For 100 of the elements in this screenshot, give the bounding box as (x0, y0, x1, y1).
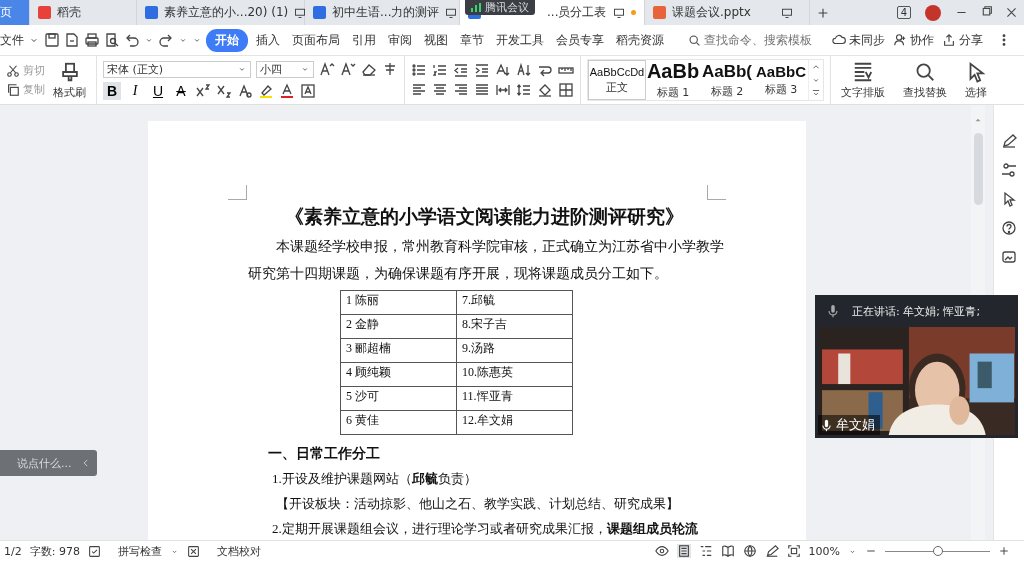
export-icon[interactable] (64, 32, 80, 48)
search-icon (688, 33, 701, 47)
eye-icon[interactable] (654, 544, 669, 558)
format-button[interactable]: A (172, 81, 190, 100)
page-indicator[interactable]: 1/2 (4, 544, 22, 558)
file-menu[interactable]: 文件 (0, 31, 24, 49)
chevron-left-icon[interactable] (81, 458, 91, 468)
sliders-icon[interactable] (1001, 162, 1017, 178)
pen-icon[interactable] (1001, 133, 1017, 149)
menu-tab[interactable]: 开始 (206, 28, 248, 52)
save-icon[interactable] (44, 32, 60, 48)
document-tab[interactable]: 课题会议.pptx (645, 0, 810, 25)
zoom-in-icon[interactable] (998, 545, 1010, 557)
toolbar-button[interactable]: 分享 (940, 31, 985, 49)
monitor-icon[interactable] (613, 6, 625, 19)
print-preview-icon[interactable] (104, 32, 120, 48)
meeting-toast[interactable]: 腾讯会议 (465, 0, 535, 15)
word-count[interactable]: 字数: 978 (29, 543, 80, 559)
search-field[interactable]: 查找命令、搜索模板 (688, 33, 822, 47)
superscript-icon[interactable] (195, 82, 211, 99)
scissors-icon (6, 63, 20, 78)
text-effect-icon[interactable] (237, 82, 253, 99)
close-icon[interactable] (1005, 6, 1018, 19)
scrollbar-thumb[interactable] (973, 133, 983, 205)
justify-icon[interactable] (474, 82, 490, 98)
distribute-icon[interactable] (495, 82, 511, 98)
document-tab[interactable]: 稻壳 (30, 0, 137, 25)
shading-icon[interactable] (537, 82, 553, 98)
menu-tab[interactable]: 引用 (348, 28, 380, 52)
menu-tab[interactable]: 审阅 (384, 28, 416, 52)
expand-icon[interactable] (811, 88, 821, 98)
reading-view-icon[interactable] (720, 544, 735, 558)
format-button[interactable]: U (149, 81, 167, 100)
increase-indent-icon[interactable] (474, 62, 490, 78)
document-tab[interactable]: 素养立意的小...20) (1) (137, 0, 305, 25)
menu-tab[interactable]: 页面布局 (288, 28, 344, 52)
font-color-icon[interactable] (279, 82, 295, 99)
toolbar-button[interactable]: 文字排版 (837, 60, 889, 100)
table-cell: 2 金静 (340, 314, 457, 339)
monitor-icon[interactable] (294, 6, 307, 19)
text-direction-icon[interactable] (495, 62, 511, 78)
menu-tab[interactable]: 章节 (456, 28, 488, 52)
line-spacing-icon[interactable] (516, 82, 532, 98)
align-center-icon[interactable] (432, 82, 448, 98)
help-icon[interactable] (1001, 220, 1017, 236)
toolbar-button[interactable]: 协作 (891, 31, 936, 49)
spell-check-button[interactable]: 拼写检查 (87, 543, 162, 559)
maximize-icon[interactable] (980, 6, 993, 19)
redo-icon[interactable] (158, 32, 174, 48)
outline-view-icon[interactable] (698, 544, 713, 558)
menu-tab[interactable]: 会员专享 (552, 28, 608, 52)
bullet-list-icon[interactable] (411, 62, 427, 78)
style-preset[interactable]: AaBb( 标题 2 (700, 60, 754, 100)
align-left-icon[interactable] (411, 82, 427, 98)
slider-thumb[interactable] (932, 545, 943, 556)
decrease-indent-icon[interactable] (453, 62, 469, 78)
menu-tab[interactable]: 插入 (252, 28, 284, 52)
character-border-icon[interactable] (300, 82, 316, 99)
grow-font-icon[interactable] (319, 61, 335, 77)
table-cell: 8.宋子吉 (456, 314, 573, 339)
phonetic-icon[interactable] (382, 61, 398, 77)
font-size-dropdown[interactable]: 小四 (256, 60, 314, 78)
image-tool-icon[interactable] (1001, 249, 1017, 265)
style-preset[interactable]: AaBb 标题 1 (646, 60, 700, 100)
format-button[interactable]: I (126, 81, 144, 100)
font-dropdown[interactable]: 宋体 (正文) (103, 60, 251, 78)
sort-icon[interactable] (516, 62, 532, 78)
pen-icon[interactable] (764, 544, 779, 558)
numbered-list-icon[interactable] (432, 62, 448, 78)
menu-tab[interactable]: 稻壳资源 (612, 28, 668, 52)
web-view-icon[interactable] (742, 544, 757, 558)
document-tab[interactable]: 页 (0, 0, 30, 25)
print-icon[interactable] (84, 32, 100, 48)
format-painter-button[interactable]: 格式刷 (49, 60, 90, 100)
toolbar-button[interactable]: 选择 (961, 60, 991, 100)
user-avatar[interactable] (925, 4, 941, 21)
style-preset[interactable]: AaBbCcDd 正文 (588, 60, 646, 100)
page-view-icon[interactable] (676, 544, 691, 558)
format-button[interactable]: B (103, 81, 121, 100)
shrink-font-icon[interactable] (340, 61, 356, 77)
fit-icon[interactable] (786, 544, 801, 558)
zoom-level[interactable]: 100% (808, 544, 840, 558)
monitor-icon[interactable] (781, 6, 793, 19)
align-right-icon[interactable] (453, 82, 469, 98)
participant-name: 牟文娟 (836, 416, 875, 434)
window-count[interactable]: 4 (896, 6, 911, 19)
borders-icon[interactable] (558, 82, 574, 98)
comment-box[interactable]: 说点什么... (0, 450, 97, 476)
pointer-icon[interactable] (1001, 191, 1017, 207)
toolbar-button[interactable]: 未同步 (830, 31, 887, 49)
style-preset[interactable]: AaBbC 标题 3 (754, 60, 808, 100)
undo-icon[interactable] (124, 32, 140, 48)
document-tab[interactable]: 初中生语...力的测评 (305, 0, 460, 25)
menu-tab[interactable]: 视图 (420, 28, 452, 52)
monitor-icon[interactable] (445, 6, 458, 19)
menu-tab[interactable]: 开发工具 (492, 28, 548, 52)
table-cell: 5 沙可 (340, 386, 457, 411)
proofread-button[interactable]: 文档校对 (186, 543, 261, 559)
docer-icon (38, 6, 51, 19)
toolbar-button[interactable]: 查找替换 (899, 60, 951, 100)
